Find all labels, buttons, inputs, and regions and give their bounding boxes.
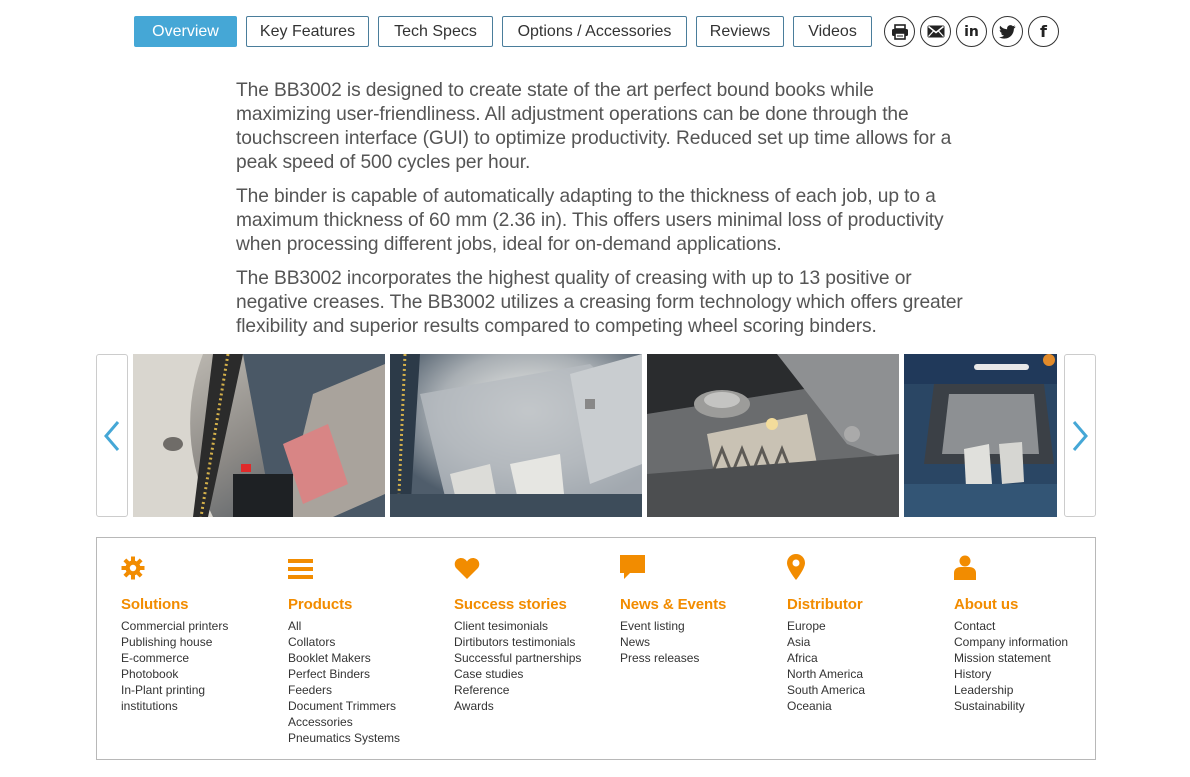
footer-link[interactable]: Publishing house — [121, 634, 281, 650]
footer-link[interactable]: Asia — [787, 634, 947, 650]
carousel-prev-button[interactable] — [96, 354, 128, 517]
footer-title[interactable]: Success stories — [454, 596, 614, 613]
heart-icon — [454, 558, 480, 579]
footer-link[interactable]: In-Plant printing — [121, 682, 281, 698]
chevron-right-icon — [1072, 420, 1088, 451]
footer-link[interactable]: E-commerce — [121, 650, 281, 666]
linkedin-icon: in — [964, 23, 979, 40]
footer-link[interactable]: All — [288, 618, 448, 634]
footer-link[interactable]: South America — [787, 682, 947, 698]
carousel-slide[interactable] — [133, 354, 385, 517]
footer-link[interactable]: Leadership — [954, 682, 1114, 698]
footer-link[interactable]: Press releases — [620, 650, 780, 666]
facebook-button[interactable]: f — [1028, 16, 1059, 47]
carousel-slide[interactable] — [390, 354, 642, 517]
map-pin-icon — [787, 554, 805, 580]
tab-key-features[interactable]: Key Features — [246, 16, 369, 47]
footer-link[interactable]: Awards — [454, 698, 614, 714]
footer-link[interactable]: Dirtibutors testimonials — [454, 634, 614, 650]
footer-links: Event listing News Press releases — [620, 618, 780, 666]
footer-column-about-us: About us Contact Company information Mis… — [954, 552, 1114, 714]
footer-links: All Collators Booklet Makers Perfect Bin… — [288, 618, 448, 746]
footer-link[interactable]: Event listing — [620, 618, 780, 634]
footer-link[interactable]: Mission statement — [954, 650, 1114, 666]
footer-title[interactable]: Products — [288, 596, 448, 613]
footer-link[interactable]: Contact — [954, 618, 1114, 634]
share-buttons: in f — [884, 16, 1064, 47]
footer-link[interactable]: Document Trimmers — [288, 698, 448, 714]
description-paragraph: The BB3002 incorporates the highest qual… — [236, 268, 963, 337]
footer-link[interactable]: Europe — [787, 618, 947, 634]
linkedin-button[interactable]: in — [956, 16, 987, 47]
print-icon — [891, 23, 908, 40]
tab-reviews[interactable]: Reviews — [696, 16, 784, 47]
footer-links: Commercial printers Publishing house E-c… — [121, 618, 281, 714]
gear-icon — [121, 556, 145, 580]
footer-navigation: Solutions Commercial printers Publishing… — [96, 537, 1096, 760]
footer-column-products: Products All Collators Booklet Makers Pe… — [288, 552, 448, 746]
footer-link[interactable]: Sustainability — [954, 698, 1114, 714]
footer-link[interactable]: Perfect Binders — [288, 666, 448, 682]
footer-column-success-stories: Success stories Client tesimonials Dirti… — [454, 552, 614, 714]
footer-link[interactable]: History — [954, 666, 1114, 682]
speech-bubble-icon — [620, 555, 645, 579]
footer-link[interactable]: Booklet Makers — [288, 650, 448, 666]
product-tabs: Overview Key Features Tech Specs Options… — [134, 16, 1064, 47]
tab-videos[interactable]: Videos — [793, 16, 872, 47]
footer-title[interactable]: News & Events — [620, 596, 780, 613]
print-button[interactable] — [884, 16, 915, 47]
footer-link[interactable]: Feeders — [288, 682, 448, 698]
chevron-left-icon — [104, 420, 120, 451]
email-icon — [927, 25, 944, 38]
email-button[interactable] — [920, 16, 951, 47]
footer-links: Europe Asia Africa North America South A… — [787, 618, 947, 714]
description-paragraph: The BB3002 is designed to create state o… — [236, 80, 952, 173]
footer-link[interactable]: Photobook — [121, 666, 281, 682]
tab-tech-specs[interactable]: Tech Specs — [378, 16, 493, 47]
twitter-icon — [999, 24, 1016, 39]
footer-link[interactable]: Case studies — [454, 666, 614, 682]
facebook-icon: f — [1040, 22, 1047, 41]
footer-link[interactable]: Reference — [454, 682, 614, 698]
tab-options-accessories[interactable]: Options / Accessories — [502, 16, 687, 47]
person-icon — [954, 555, 976, 580]
footer-column-news-events: News & Events Event listing News Press r… — [620, 552, 780, 666]
footer-link[interactable]: News — [620, 634, 780, 650]
menu-icon — [288, 559, 313, 579]
footer-links: Contact Company information Mission stat… — [954, 618, 1114, 714]
footer-title[interactable]: Solutions — [121, 596, 281, 613]
description-paragraph: The binder is capable of automatically a… — [236, 186, 944, 255]
image-carousel — [96, 354, 1096, 517]
footer-link[interactable]: Company information — [954, 634, 1114, 650]
carousel-slide[interactable] — [647, 354, 899, 517]
footer-link[interactable]: institutions — [121, 698, 281, 714]
footer-link[interactable]: Client tesimonials — [454, 618, 614, 634]
footer-link[interactable]: North America — [787, 666, 947, 682]
footer-link[interactable]: Collators — [288, 634, 448, 650]
footer-link[interactable]: Commercial printers — [121, 618, 281, 634]
carousel-slide[interactable] — [904, 354, 1057, 517]
footer-link[interactable]: Oceania — [787, 698, 947, 714]
twitter-button[interactable] — [992, 16, 1023, 47]
footer-title[interactable]: About us — [954, 596, 1114, 613]
footer-title[interactable]: Distributor — [787, 596, 947, 613]
footer-column-solutions: Solutions Commercial printers Publishing… — [121, 552, 281, 714]
tab-overview[interactable]: Overview — [134, 16, 237, 47]
footer-column-distributor: Distributor Europe Asia Africa North Ame… — [787, 552, 947, 714]
footer-links: Client tesimonials Dirtibutors testimoni… — [454, 618, 614, 714]
footer-link[interactable]: Africa — [787, 650, 947, 666]
footer-link[interactable]: Accessories — [288, 714, 448, 730]
product-description: The BB3002 is designed to create state o… — [236, 79, 966, 349]
carousel-next-button[interactable] — [1064, 354, 1096, 517]
footer-link[interactable]: Pneumatics Systems — [288, 730, 448, 746]
footer-link[interactable]: Successful partnerships — [454, 650, 614, 666]
